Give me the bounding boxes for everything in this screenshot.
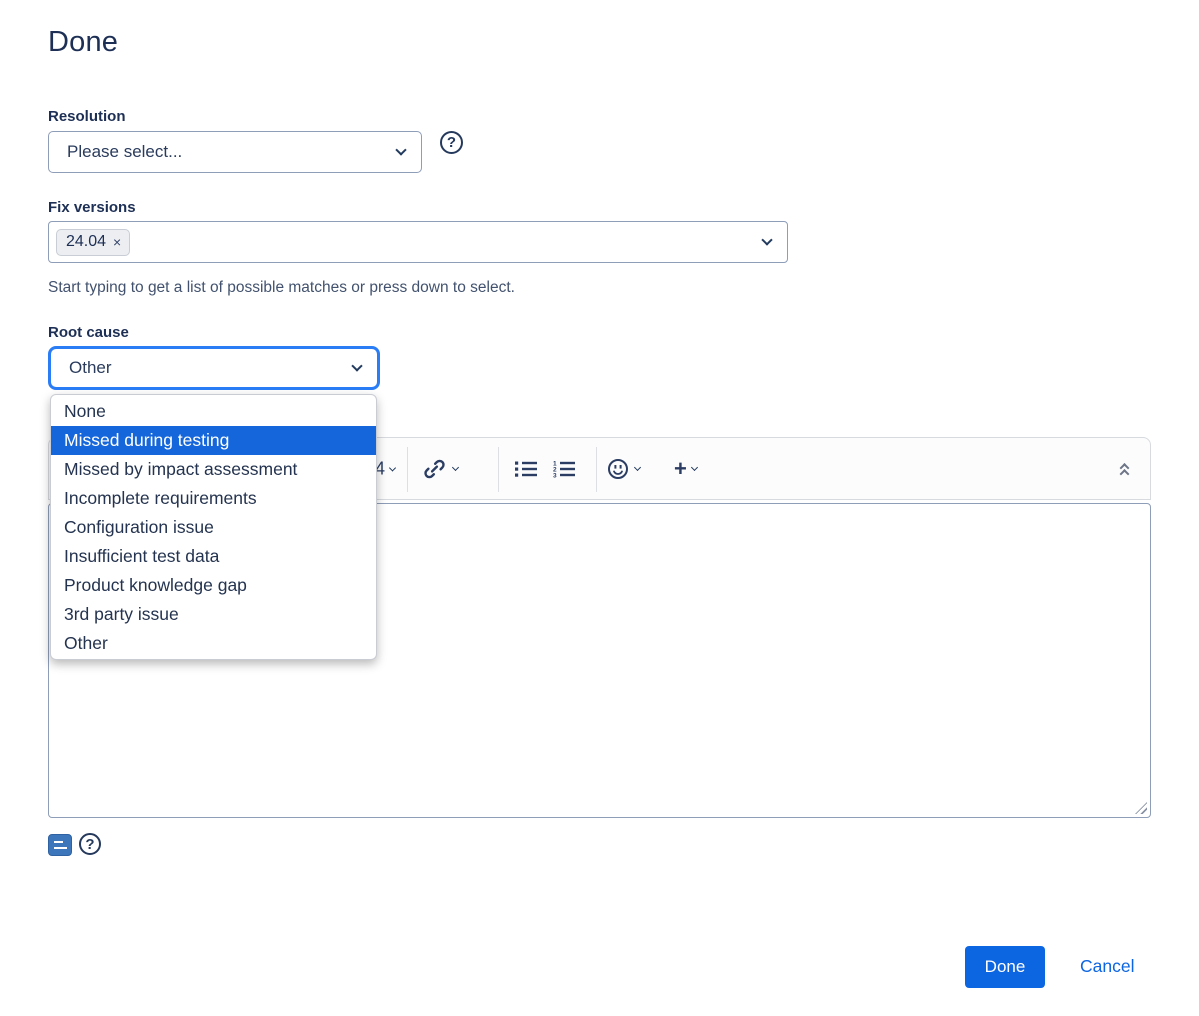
fix-versions-input[interactable]: 24.04 × xyxy=(48,221,788,263)
transition-dialog: Done Resolution Please select... ? Fix v… xyxy=(0,0,1199,1016)
numbered-list-button[interactable]: 123 xyxy=(553,460,576,478)
chevron-down-icon xyxy=(452,464,459,471)
resolution-select[interactable]: Please select... xyxy=(48,131,422,173)
root-cause-select[interactable]: Other xyxy=(48,346,380,390)
root-cause-label: Root cause xyxy=(48,324,129,341)
bullet-list-icon xyxy=(515,460,538,478)
root-cause-options: None Missed during testing Missed by imp… xyxy=(50,394,377,660)
wiki-markup-toggle-button[interactable] xyxy=(48,834,72,856)
root-cause-option[interactable]: 3rd party issue xyxy=(51,600,376,629)
link-icon xyxy=(421,457,448,481)
root-cause-option[interactable]: Other xyxy=(51,629,376,658)
collapse-toolbar-button[interactable] xyxy=(1121,460,1128,477)
editor-help-icon[interactable]: ? xyxy=(79,833,101,855)
question-mark-glyph: ? xyxy=(447,134,456,151)
root-cause-option[interactable]: None xyxy=(51,397,376,426)
resolution-value: Please select... xyxy=(67,142,397,162)
chip-label: 24.04 xyxy=(66,233,106,251)
fix-version-chip: 24.04 × xyxy=(56,229,130,256)
text-style-button[interactable]: 4 xyxy=(375,458,395,479)
resize-handle[interactable] xyxy=(1135,802,1147,814)
resolution-label: Resolution xyxy=(48,108,126,125)
root-cause-option[interactable]: Insufficient test data xyxy=(51,542,376,571)
root-cause-option[interactable]: Missed by impact assessment xyxy=(51,455,376,484)
bullet-list-button[interactable] xyxy=(515,460,538,478)
root-cause-option[interactable]: Missed during testing xyxy=(51,426,376,455)
emoji-icon xyxy=(606,457,630,481)
chevron-down-icon[interactable] xyxy=(761,234,772,245)
resolution-help-icon[interactable]: ? xyxy=(440,131,463,154)
emoji-button[interactable] xyxy=(606,457,640,481)
root-cause-option[interactable]: Product knowledge gap xyxy=(51,571,376,600)
cancel-link[interactable]: Cancel xyxy=(1080,956,1134,977)
plus-icon: + xyxy=(674,458,687,480)
chevron-down-icon xyxy=(634,464,641,471)
done-button[interactable]: Done xyxy=(965,946,1045,988)
link-button[interactable] xyxy=(421,457,458,481)
chevron-down-icon xyxy=(351,360,362,371)
fix-versions-helper: Start typing to get a list of possible m… xyxy=(48,279,515,297)
page-title: Done xyxy=(48,26,118,59)
chevron-down-icon xyxy=(389,464,396,471)
chevron-down-icon xyxy=(691,464,698,471)
toolbar-divider xyxy=(596,447,597,492)
svg-text:3: 3 xyxy=(553,472,557,478)
remove-chip-icon[interactable]: × xyxy=(113,234,121,250)
toolbar-divider xyxy=(407,447,408,492)
root-cause-value: Other xyxy=(69,358,353,378)
root-cause-option[interactable]: Incomplete requirements xyxy=(51,484,376,513)
fix-versions-label: Fix versions xyxy=(48,199,136,216)
toolbar-divider xyxy=(498,447,499,492)
root-cause-option[interactable]: Configuration issue xyxy=(51,513,376,542)
insert-more-button[interactable]: + xyxy=(674,458,697,480)
chevron-down-icon xyxy=(395,144,406,155)
numbered-list-icon: 123 xyxy=(553,460,576,478)
question-mark-glyph: ? xyxy=(85,836,94,853)
